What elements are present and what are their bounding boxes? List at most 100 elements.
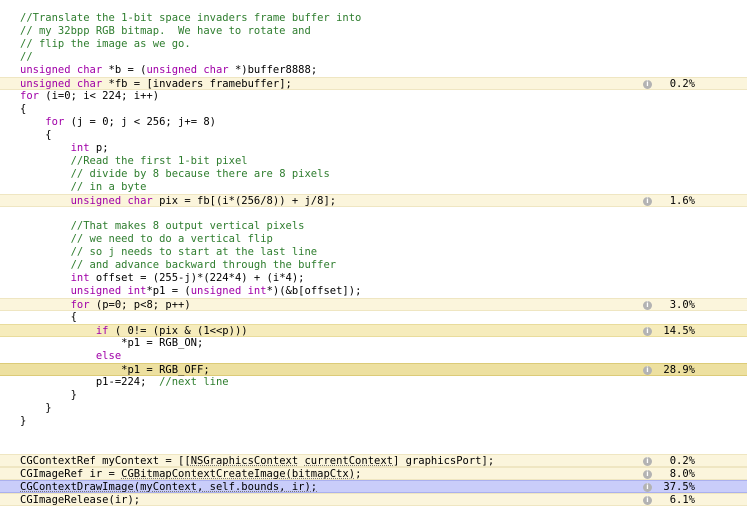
keyword-token: unsigned char (20, 64, 103, 76)
info-icon[interactable]: i (643, 496, 652, 505)
code-token: *p1 = ( (146, 285, 191, 297)
code-line-annotated[interactable]: if ( 0!= (pix & (1<<p))) i 14.5% (0, 324, 747, 337)
code-text: { (20, 311, 77, 324)
keyword-token: unsigned char (70, 195, 153, 207)
comment-token: // so j needs to start at the last line (70, 246, 318, 258)
code-text: // (20, 51, 33, 64)
code-line: { (0, 311, 747, 324)
keyword-token: for (45, 116, 65, 128)
code-line-annotated[interactable]: CGContextRef myContext = [[NSGraphicsCon… (0, 454, 747, 467)
code-token: *p1 = RGB_OFF; (20, 364, 210, 376)
info-icon[interactable]: i (643, 301, 652, 310)
code-line-annotated[interactable]: CGContextDrawImage(myContext, self.bound… (0, 480, 747, 493)
code-line: // in a byte (0, 181, 747, 194)
code-token: { (20, 129, 52, 141)
code-token: *b = ( (102, 64, 147, 76)
info-icon[interactable]: i (643, 327, 652, 336)
code-text: unsigned int*p1 = (unsigned int*)(&b[off… (20, 285, 362, 298)
info-icon[interactable]: i (643, 483, 652, 492)
code-token: (p=0; p<8; p++) (89, 299, 191, 311)
comment-token: // my 32bpp RGB bitmap. We have to rotat… (20, 25, 311, 37)
comment-token: // (20, 51, 33, 63)
code-line: unsigned int*p1 = (unsigned int*)(&b[off… (0, 285, 747, 298)
code-text: for (i=0; i< 224; i++) (20, 90, 159, 103)
info-icon[interactable]: i (643, 80, 652, 89)
keyword-token: if (95, 325, 109, 337)
code-line: int offset = (255-j)*(224*4) + (i*4); (0, 272, 747, 285)
code-line: } (0, 415, 747, 428)
code-line-annotated[interactable]: for (p=0; p<8; p++) i 3.0% (0, 298, 747, 311)
comment-token: //next line (159, 376, 229, 388)
code-text: CGImageRelease(ir); (20, 494, 140, 507)
info-icon[interactable]: i (643, 457, 652, 466)
code-token: } (20, 402, 52, 414)
code-line-annotated[interactable]: unsigned char pix = fb[(i*(256/8)) + j/8… (0, 194, 747, 207)
code-token: CGContextDrawImage(myContext, self.bound… (20, 481, 318, 493)
code-text: unsigned char pix = fb[(i*(256/8)) + j/8… (20, 195, 337, 208)
code-line: // my 32bpp RGB bitmap. We have to rotat… (0, 25, 747, 38)
code-token: { (20, 311, 77, 323)
code-token: pix = fb[(i*(256/8)) + j/8]; (152, 195, 337, 207)
code-token: ; (355, 468, 362, 480)
code-text: *p1 = RGB_ON; (20, 337, 203, 350)
code-token: NSGraphicsContext (190, 455, 299, 467)
source-profiler-view: //Translate the 1-bit space invaders fra… (0, 0, 747, 527)
info-icon[interactable]: i (643, 470, 652, 479)
code-token: CGImageRef ir = (20, 468, 122, 480)
code-token: (i=0; i< 224; i++) (38, 90, 160, 102)
comment-token: //Translate the 1-bit space invaders fra… (20, 12, 362, 24)
code-line-annotated[interactable]: CGImageRef ir = CGBitmapContextCreateIma… (0, 467, 747, 480)
code-text: for (j = 0; j < 256; j+= 8) (20, 116, 216, 129)
info-icon[interactable]: i (643, 366, 652, 375)
code-line: for (j = 0; j < 256; j+= 8) (0, 116, 747, 129)
code-text: // divide by 8 because there are 8 pixel… (20, 168, 330, 181)
comment-token: // and advance backward through the buff… (70, 259, 337, 271)
info-icon[interactable]: i (643, 197, 652, 206)
code-line: // (0, 51, 747, 64)
code-text: p1-=224; //next line (20, 376, 229, 389)
keyword-token: else (95, 350, 122, 362)
code-line: *p1 = RGB_ON; (0, 337, 747, 350)
code-line: //Read the first 1-bit pixel (0, 155, 747, 168)
code-line: } (0, 389, 747, 402)
code-line: // divide by 8 because there are 8 pixel… (0, 168, 747, 181)
code-line: for (i=0; i< 224; i++) (0, 90, 747, 103)
code-token: (j = 0; j < 256; j+= 8) (64, 116, 216, 128)
code-token: *)buffer8888; (228, 64, 318, 76)
code-token: offset = (255-j)*(224*4) + (i*4); (89, 272, 305, 284)
code-line-annotated[interactable]: unsigned char *fb = [invaders framebuffe… (0, 77, 747, 90)
comment-token: // flip the image as we go. (20, 38, 191, 50)
code-token: } (20, 415, 27, 427)
code-token: CGContextRef myContext = [[ (20, 455, 191, 467)
code-token: p1-=224; (20, 376, 160, 388)
code-line-annotated[interactable]: CGImageRelease(ir); i 6.1% (0, 493, 747, 506)
code-line-annotated[interactable]: *p1 = RGB_OFF; i 28.9% (0, 363, 747, 376)
code-text: //That makes 8 output vertical pixels (20, 220, 305, 233)
code-line: // so j needs to start at the last line (0, 246, 747, 259)
sample-percentage: 6.1% (669, 494, 695, 506)
code-token: *fb = [invaders framebuffer]; (102, 78, 292, 90)
code-text: // my 32bpp RGB bitmap. We have to rotat… (20, 25, 311, 38)
comment-token: //That makes 8 output vertical pixels (70, 220, 305, 232)
code-text: //Read the first 1-bit pixel (20, 155, 248, 168)
code-line: unsigned char *b = (unsigned char *)buff… (0, 64, 747, 77)
code-text: // flip the image as we go. (20, 38, 191, 51)
code-text: //Translate the 1-bit space invaders fra… (20, 12, 361, 25)
code-line: } (0, 402, 747, 415)
code-text: else (20, 350, 121, 363)
code-text: // so j needs to start at the last line (20, 246, 318, 259)
code-text: // and advance backward through the buff… (20, 259, 337, 272)
code-text: } (20, 389, 77, 402)
code-token: p; (89, 142, 109, 154)
